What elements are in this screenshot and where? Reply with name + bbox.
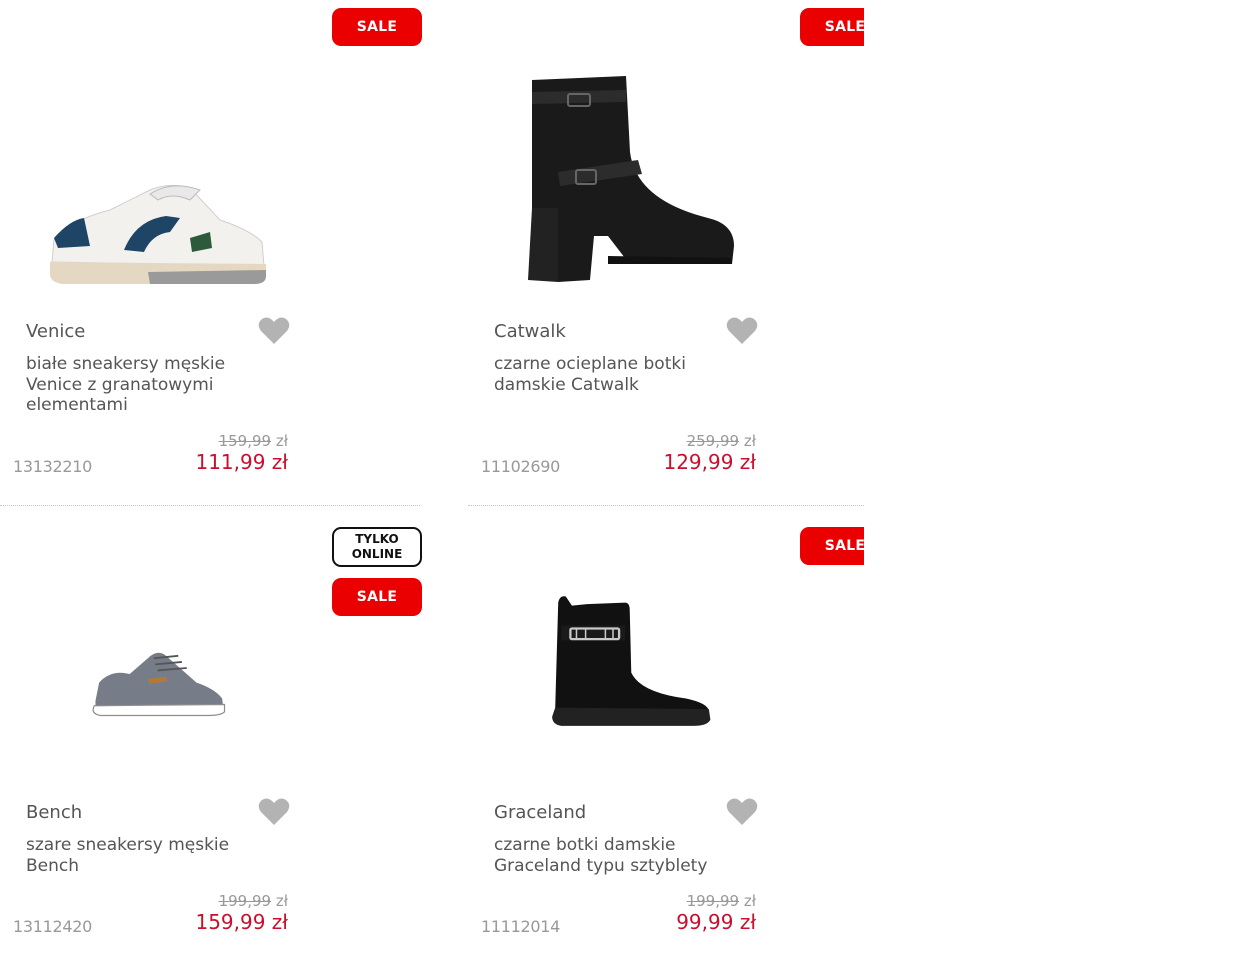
product-brand: Venice (26, 321, 86, 342)
product-sku: 11112014 (481, 917, 561, 936)
product-card[interactable]: SALE Catwalk czarne ocieplane botki dams… (468, 0, 864, 476)
product-brand: Bench (26, 802, 83, 823)
product-image-black-boot[interactable] (508, 68, 788, 298)
sale-badge: SALE (800, 8, 864, 46)
old-price: 199,99 zł (218, 892, 288, 910)
product-sku: 13132210 (13, 457, 93, 476)
sale-price: 129,99 zł (663, 450, 756, 474)
sale-price: 111,99 zł (195, 450, 288, 474)
product-grid: SALE Venice białe sneakersy męskie Venic… (0, 0, 864, 954)
product-image-grey-sneaker[interactable] (40, 640, 280, 780)
product-title[interactable]: białe sneakersy męskie Venice z granatow… (26, 354, 286, 416)
product-brand: Catwalk (494, 321, 566, 342)
sale-badge: SALE (332, 8, 422, 46)
sale-badge: SALE (800, 527, 864, 565)
online-only-badge: TYLKO ONLINE (332, 527, 422, 567)
heart-icon[interactable] (726, 797, 758, 827)
heart-icon[interactable] (726, 316, 758, 346)
product-title[interactable]: szare sneakersy męskie Bench (26, 835, 286, 876)
product-card[interactable]: TYLKO ONLINE SALE Bench szare sneakersy … (0, 520, 422, 954)
product-brand: Graceland (494, 802, 587, 823)
old-price: 259,99 zł (686, 432, 756, 450)
sale-price: 159,99 zł (195, 910, 288, 934)
product-sku: 13112420 (13, 917, 93, 936)
product-image-chelsea-boot[interactable] (508, 595, 788, 770)
heart-icon[interactable] (258, 316, 290, 346)
product-card[interactable]: SALE Graceland czarne botki damskie Grac… (468, 520, 864, 954)
sale-badge: SALE (332, 578, 422, 616)
product-card[interactable]: SALE Venice białe sneakersy męskie Venic… (0, 0, 422, 476)
product-image-white-sneaker[interactable] (40, 70, 280, 300)
heart-icon[interactable] (258, 797, 290, 827)
old-price: 199,99 zł (686, 892, 756, 910)
product-title[interactable]: czarne botki damskie Graceland typu szty… (494, 835, 754, 876)
old-price: 159,99 zł (218, 432, 288, 450)
product-sku: 11102690 (481, 457, 561, 476)
sale-price: 99,99 zł (676, 910, 756, 934)
grid-divider (468, 505, 864, 506)
grid-divider (0, 505, 420, 506)
product-title[interactable]: czarne ocieplane botki damskie Catwalk (494, 354, 754, 395)
